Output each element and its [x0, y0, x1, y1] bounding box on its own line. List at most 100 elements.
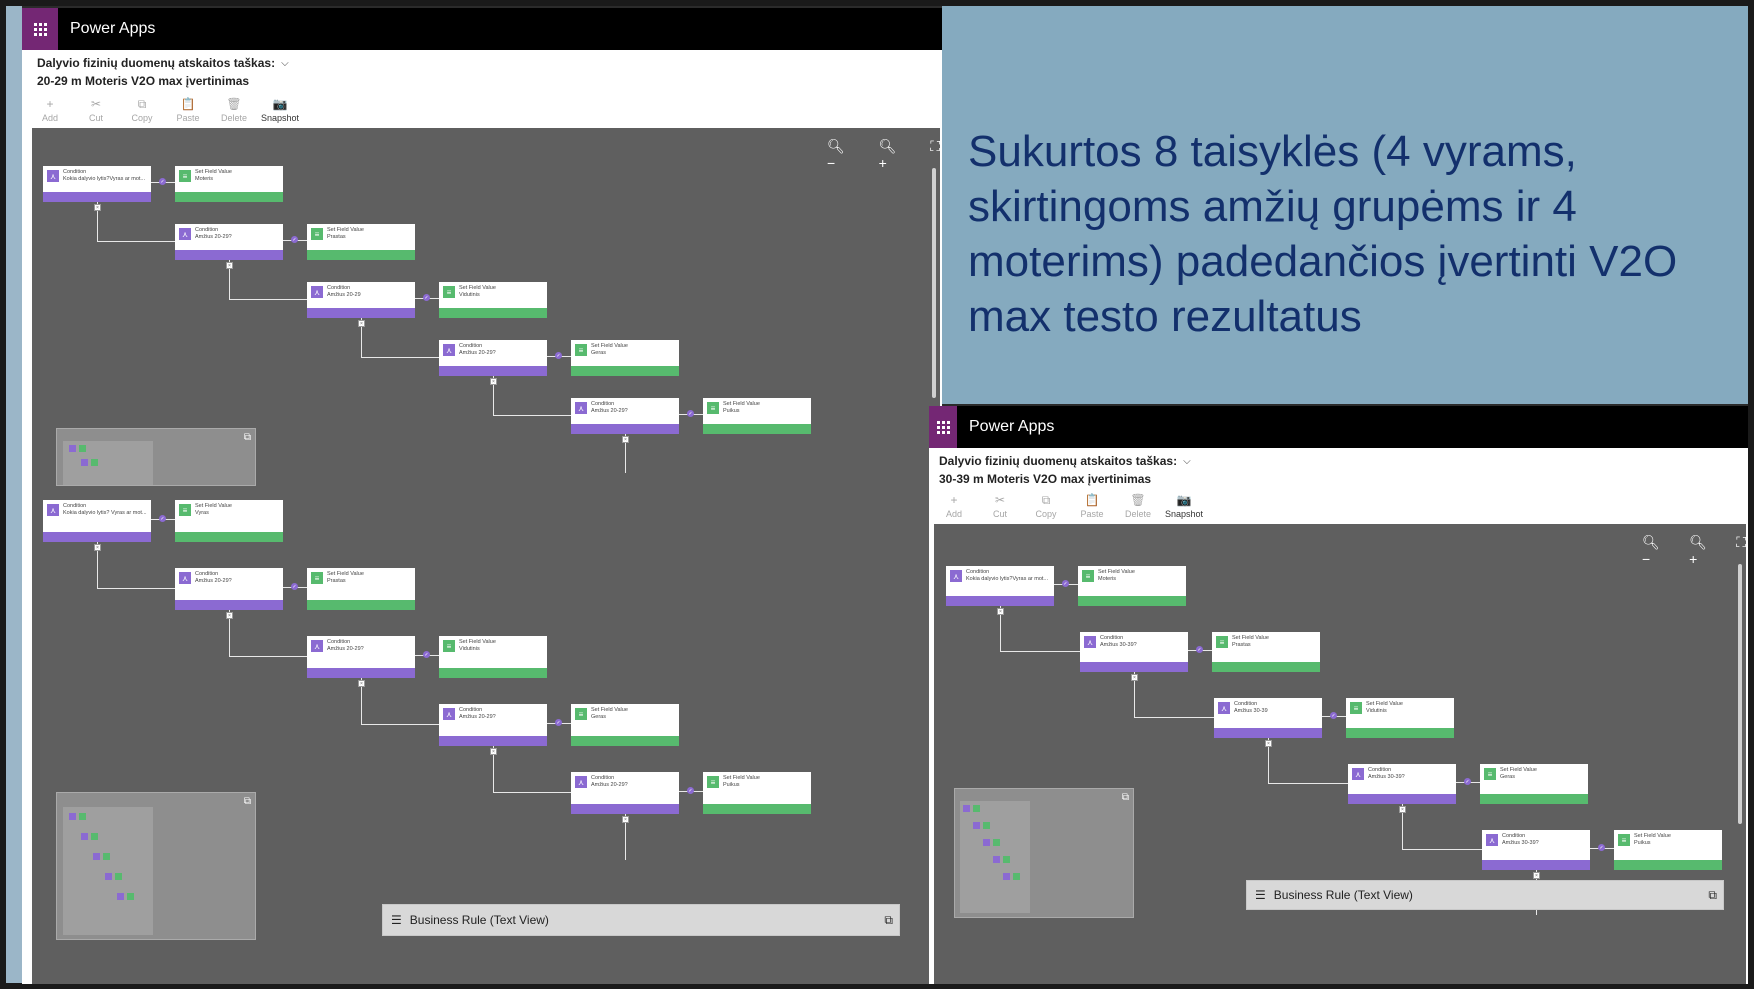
condition-node[interactable]: ⋏ Condition Amžius 30-39?: [1482, 830, 1590, 870]
condition-node[interactable]: ⋏ Condition Amžius 30-39?: [1348, 764, 1456, 804]
app-header-bar: Power Apps: [929, 406, 1748, 448]
slide-left-strip: [6, 6, 22, 983]
fit-to-screen-icon[interactable]: ⛶: [930, 138, 940, 171]
command-label: Delete: [220, 113, 247, 123]
set-field-value-node[interactable]: ≡ Set Field Value Vidutinis: [439, 636, 547, 678]
set-field-value-node[interactable]: ≡ Set Field Value Vidutinis: [439, 282, 547, 318]
zoom-in-icon[interactable]: 🔍︎+: [1689, 534, 1710, 567]
business-rule-text-view[interactable]: ☰ Business Rule (Text View) ⧉: [382, 904, 900, 936]
node-title: Condition: [459, 343, 483, 349]
paste-icon: 📋: [180, 97, 196, 111]
designer-canvas[interactable]: 🔍︎− 🔍︎+ ⛶ ⋏ Condition Kokia dalyvio lytis?…: [32, 128, 940, 984]
condition-node[interactable]: ⋏ Condition Amžius 20-29?: [175, 224, 283, 260]
entity-selector[interactable]: Dalyvio fizinių duomenų atskaitos taškas…: [939, 454, 1191, 468]
set-field-value-node[interactable]: ≡ Set Field Value Puikus: [1614, 830, 1722, 870]
node-title: Set Field Value: [195, 503, 232, 509]
chevron-down-icon: ⌵: [1183, 455, 1191, 467]
add-button[interactable]: + Add: [27, 92, 73, 128]
close-icon: ×: [1533, 872, 1540, 879]
set-field-value-node[interactable]: ≡ Set Field Value Moteris: [175, 166, 283, 202]
set-field-value-node[interactable]: ≡ Set Field Value Puikus: [703, 398, 811, 434]
set-field-value-node[interactable]: ≡ Set Field Value Moteris: [1078, 566, 1186, 606]
set-field-value-node[interactable]: ≡ Set Field Value Puikus: [703, 772, 811, 814]
close-icon: ×: [226, 612, 233, 619]
node-text: Amžius 20-29?: [195, 234, 232, 240]
minimap-a[interactable]: ⧉: [56, 428, 256, 486]
condition-node[interactable]: ⋏ Condition Amžius 30-39?: [1080, 632, 1188, 672]
expand-icon[interactable]: ⧉: [884, 913, 893, 928]
condition-node[interactable]: ⋏ Condition Amžius 20-29?: [307, 636, 415, 678]
expand-minimap-icon[interactable]: ⧉: [244, 796, 251, 807]
minimap[interactable]: ⧉: [954, 788, 1134, 918]
set-field-icon: ≡: [1082, 570, 1094, 582]
designer-canvas[interactable]: 🔍︎− 🔍︎+ ⛶ ⋏ Condition Kokia dalyvio lytis?…: [934, 524, 1746, 984]
condition-node[interactable]: ⋏ Condition Amžius 20-29?: [439, 340, 547, 376]
expand-minimap-icon[interactable]: ⧉: [1122, 792, 1129, 803]
condition-node[interactable]: ⋏ Condition Amžius 20-29?: [175, 568, 283, 610]
zoom-out-icon[interactable]: 🔍︎−: [1642, 534, 1663, 567]
condition-node[interactable]: ⋏ Condition Amžius 20-29?: [439, 704, 547, 746]
node-text: Vidutinis: [459, 646, 480, 652]
cut-icon: ✂: [994, 493, 1006, 507]
add-button[interactable]: + Add: [931, 488, 977, 524]
node-title: Set Field Value: [459, 285, 496, 291]
condition-node[interactable]: ⋏ Condition Amžius 30-39: [1214, 698, 1322, 738]
node-text: Vyras: [195, 510, 209, 516]
minimap-condition-marker: [117, 893, 124, 900]
paste-button[interactable]: 📋 Paste: [1069, 488, 1115, 524]
rule-header: Dalyvio fizinių duomenų atskaitos taškas…: [22, 50, 942, 93]
condition-node[interactable]: ⋏ Condition Amžius 20-29?: [571, 398, 679, 434]
zoom-out-icon[interactable]: 🔍︎−: [827, 138, 853, 171]
cut-button[interactable]: ✂ Cut: [73, 92, 119, 128]
connector-line: [361, 724, 439, 725]
node-text: Prastas: [327, 234, 346, 240]
copy-button[interactable]: ⧉ Copy: [119, 92, 165, 128]
vertical-scrollbar[interactable]: [932, 168, 936, 398]
set-field-value-node[interactable]: ≡ Set Field Value Prastas: [307, 224, 415, 260]
check-icon: ✓: [1598, 844, 1605, 851]
connector-line: [1402, 849, 1482, 850]
entity-selector[interactable]: Dalyvio fizinių duomenų atskaitos taškas…: [37, 56, 289, 70]
slide-text-panel: Sukurtos 8 taisyklės (4 vyrams, skirting…: [942, 6, 1748, 404]
set-field-value-node[interactable]: ≡ Set Field Value Vidutinis: [1346, 698, 1454, 738]
set-field-value-node[interactable]: ≡ Set Field Value Geras: [571, 340, 679, 376]
app-launcher-button[interactable]: [929, 406, 957, 448]
app-name: Power Apps: [70, 20, 156, 37]
command-label: Copy: [1035, 509, 1057, 519]
snapshot-button[interactable]: 📷 Snapshot: [1161, 488, 1207, 524]
set-field-value-node[interactable]: ≡ Set Field Value Geras: [571, 704, 679, 746]
fit-to-screen-icon[interactable]: ⛶: [1736, 534, 1746, 567]
condition-node[interactable]: ⋏ Condition Amžius 20-29: [307, 282, 415, 318]
set-field-value-node[interactable]: ≡ Set Field Value Prastas: [1212, 632, 1320, 672]
set-field-icon: ≡: [1350, 702, 1362, 714]
paste-button[interactable]: 📋 Paste: [165, 92, 211, 128]
condition-node[interactable]: ⋏ Condition Amžius 20-29?: [571, 772, 679, 814]
minimap-condition-marker: [69, 813, 76, 820]
condition-icon: ⋏: [179, 572, 191, 584]
condition-node[interactable]: ⋏ Condition Kokia dalyvio lytis?Vyras ar m…: [43, 166, 151, 202]
condition-icon: ⋏: [575, 776, 587, 788]
cut-button[interactable]: ✂ Cut: [977, 488, 1023, 524]
condition-node[interactable]: ⋏ Condition Kokia dalyvio lytis? Vyras ar …: [43, 500, 151, 542]
set-field-value-node[interactable]: ≡ Set Field Value Geras: [1480, 764, 1588, 804]
snapshot-button[interactable]: 📷 Snapshot: [257, 92, 303, 128]
app-launcher-button[interactable]: [22, 8, 58, 50]
chevron-down-icon: ⌵: [281, 57, 289, 69]
delete-button[interactable]: 🗑 Delete: [211, 92, 257, 128]
copy-button[interactable]: ⧉ Copy: [1023, 488, 1069, 524]
node-text: Prastas: [327, 578, 346, 584]
business-rule-text-view[interactable]: ☰ Business Rule (Text View) ⧉: [1246, 880, 1724, 910]
command-label: Paste: [1080, 509, 1104, 519]
vertical-scrollbar[interactable]: [1738, 564, 1742, 824]
set-field-value-node[interactable]: ≡ Set Field Value Vyras: [175, 500, 283, 542]
expand-minimap-icon[interactable]: ⧉: [244, 432, 251, 443]
node-text: Kokia dalyvio lytis?Vyras ar mot...: [63, 176, 146, 182]
condition-node[interactable]: ⋏ Condition Kokia dalyvio lytis?Vyras ar m…: [946, 566, 1054, 606]
set-field-value-node[interactable]: ≡ Set Field Value Prastas: [307, 568, 415, 610]
zoom-in-icon[interactable]: 🔍︎+: [879, 138, 905, 171]
expand-icon[interactable]: ⧉: [1708, 888, 1717, 903]
delete-button[interactable]: 🗑 Delete: [1115, 488, 1161, 524]
minimap-b[interactable]: ⧉: [56, 792, 256, 940]
check-icon: ✓: [687, 787, 694, 794]
business-rule-label: Business Rule (Text View): [1273, 888, 1413, 902]
